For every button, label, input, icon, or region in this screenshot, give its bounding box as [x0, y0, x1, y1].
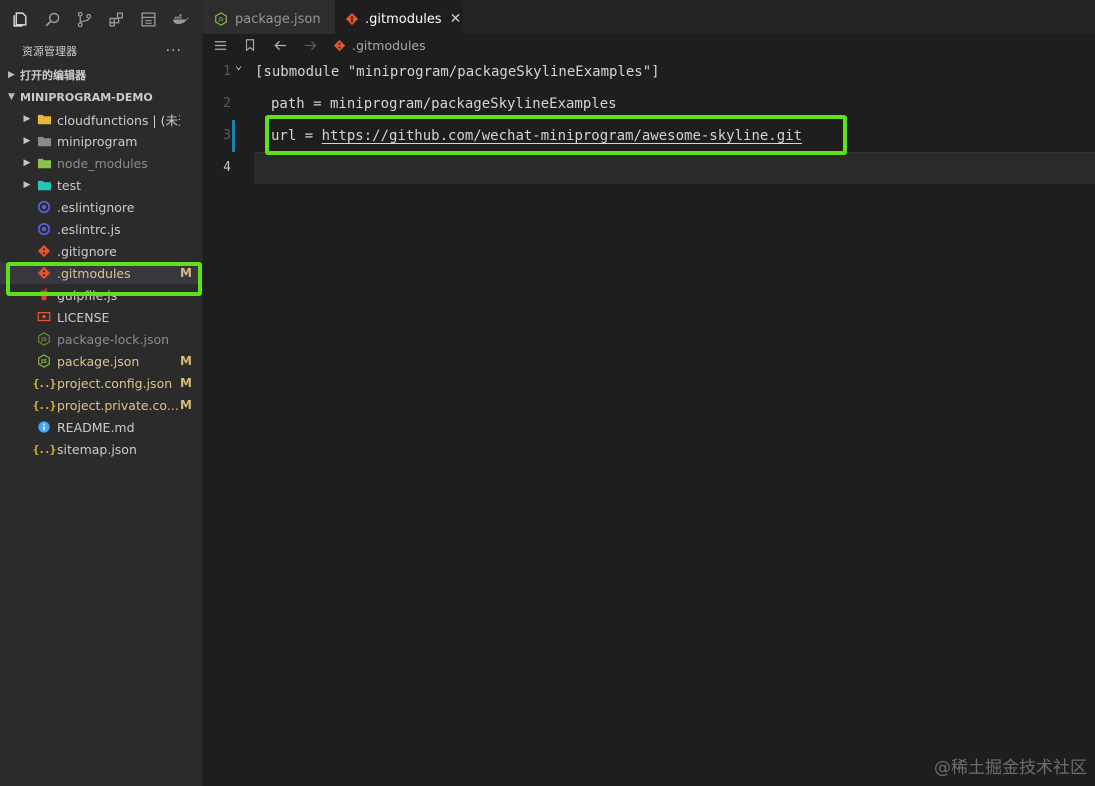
tab-gitmodules[interactable]: .gitmodules ✕ [335, 0, 463, 38]
line-number: 1 [223, 64, 231, 79]
tree-item-label: project.private.co... [57, 397, 179, 413]
chevron-right-icon[interactable]: ▶ [20, 136, 34, 146]
tree-item[interactable]: .eslintrc.js [0, 218, 202, 240]
open-editors-label: 打开的编辑器 [20, 69, 86, 82]
list-icon[interactable] [209, 35, 231, 55]
bookmark-icon[interactable] [239, 35, 261, 55]
editor-tabs: JS package.json .gitmodules ✕ [203, 0, 1095, 38]
tree-item[interactable]: {..} project.private.co... M [0, 394, 202, 416]
tree-item[interactable]: ▶ cloudfunctions | (未选... [0, 108, 202, 130]
tree-item-label: package.json [57, 353, 140, 369]
git-icon [333, 39, 346, 51]
git-status-badge: M [180, 398, 192, 412]
tree-item-label: miniprogram [57, 133, 138, 149]
svg-text:JS: JS [40, 337, 47, 343]
json-icon: {..} [32, 442, 56, 456]
line-number: 4 [223, 160, 231, 175]
extensions-icon[interactable] [106, 9, 126, 29]
remote-icon[interactable] [138, 9, 158, 29]
license-icon [36, 309, 52, 325]
tree-item-label: .gitignore [57, 243, 117, 259]
explorer-header: 资源管理器 ··· [0, 38, 202, 64]
source-control-icon[interactable] [74, 9, 94, 29]
tree-item[interactable]: ▶ node_modules [0, 152, 202, 174]
tree-item[interactable]: {..} sitemap.json [0, 438, 202, 460]
line-number: 3 [223, 128, 231, 143]
chevron-right-icon[interactable]: ▶ [20, 158, 34, 168]
git-icon [36, 243, 52, 259]
tree-item-label: test [57, 177, 82, 193]
tree-item[interactable]: {..} project.config.json M [0, 372, 202, 394]
svg-text:JS: JS [218, 17, 225, 23]
tree-item[interactable]: .gitignore [0, 240, 202, 262]
chevron-down-icon: ▼ [8, 92, 15, 102]
tree-item-label: package-lock.json [57, 331, 170, 347]
git-icon [345, 11, 359, 27]
sidebar-highlight-box [6, 262, 202, 296]
chevron-right-icon: ▶ [8, 70, 15, 80]
breadcrumb-file[interactable]: .gitmodules [333, 38, 426, 53]
git-status-badge: M [180, 376, 192, 390]
nodejs-icon: JS [213, 11, 229, 27]
folder-icon [36, 111, 52, 127]
watermark: @稀土掘金技术社区 [934, 758, 1087, 778]
close-icon[interactable]: ✕ [450, 11, 462, 27]
info-icon [36, 419, 52, 435]
back-arrow-icon[interactable] [269, 35, 291, 55]
json-icon: {..} [32, 398, 56, 412]
folder-icon [36, 177, 52, 193]
forward-arrow-icon[interactable] [299, 35, 321, 55]
tab-label: .gitmodules [365, 11, 442, 27]
tree-item[interactable]: ▶ miniprogram [0, 130, 202, 152]
tree-item-label: cloudfunctions | (未选... [57, 112, 180, 128]
tree-item[interactable]: JS package.json M [0, 350, 202, 372]
more-actions-icon[interactable]: ··· [166, 43, 182, 59]
explorer-title: 资源管理器 [22, 45, 77, 58]
fold-chevron-icon[interactable]: ⌄ [235, 58, 242, 72]
tree-item-label: .eslintignore [57, 199, 135, 215]
chevron-right-icon[interactable]: ▶ [20, 114, 34, 124]
folder-icon [36, 133, 52, 149]
tree-item[interactable]: ▶ test [0, 174, 202, 196]
project-label: MINIPROGRAM-DEMO [20, 90, 153, 104]
breadcrumb: .gitmodules [203, 34, 1095, 56]
tree-item[interactable]: .eslintignore [0, 196, 202, 218]
open-editors-section[interactable]: ▶ 打开的编辑器 [0, 64, 202, 86]
activity-toolbar [0, 0, 203, 38]
code-line-1: [submodule "miniprogram/packageSkylineEx… [255, 64, 660, 80]
nodejs-icon: JS [36, 331, 52, 347]
tree-item-label: .eslintrc.js [57, 221, 121, 237]
tree-item-label: node_modules [57, 155, 148, 171]
tree-item[interactable]: JS package-lock.json [0, 328, 202, 350]
tree-item[interactable]: LICENSE [0, 306, 202, 328]
tree-item-label: project.config.json [57, 375, 173, 391]
chevron-right-icon[interactable]: ▶ [20, 180, 34, 190]
folder-icon [36, 155, 52, 171]
tab-label: package.json [235, 11, 321, 27]
tree-item[interactable]: README.md [0, 416, 202, 438]
eslint-icon [36, 221, 52, 237]
code-line-2: path = miniprogram/packageSkylineExample… [271, 96, 617, 112]
code-highlight-box [265, 115, 847, 155]
project-section[interactable]: ▼ MINIPROGRAM-DEMO [0, 86, 202, 108]
breadcrumb-file-label: .gitmodules [352, 37, 426, 53]
tab-package-json[interactable]: JS package.json [203, 0, 335, 38]
nodejs-icon: JS [36, 353, 52, 369]
explorer-icon[interactable] [10, 9, 30, 29]
code-editor[interactable]: 1 ⌄ [submodule "miniprogram/packageSkyli… [203, 56, 1095, 786]
json-icon: {..} [32, 376, 56, 390]
tree-item-label: README.md [57, 419, 135, 435]
git-status-badge: M [180, 354, 192, 368]
docker-icon[interactable] [170, 9, 190, 29]
search-icon[interactable] [42, 9, 62, 29]
svg-text:JS: JS [40, 359, 47, 365]
current-line-highlight [254, 152, 1095, 184]
line-number: 2 [223, 96, 231, 111]
modified-line-indicator [232, 120, 235, 152]
tree-item-label: sitemap.json [57, 441, 137, 457]
explorer-sidebar: 资源管理器 ··· ▶ 打开的编辑器 ▼ MINIPROGRAM-DEMO ▶ c… [0, 38, 203, 786]
eslint-icon [36, 199, 52, 215]
tree-item-label: LICENSE [57, 309, 110, 325]
